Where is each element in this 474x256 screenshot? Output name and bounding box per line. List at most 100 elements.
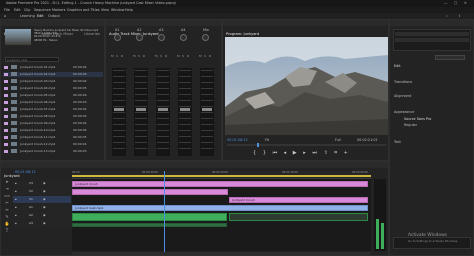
menu-window[interactable]: Window [111, 8, 124, 12]
menu-edit[interactable]: Edit [14, 8, 21, 12]
clip-a1[interactable] [72, 213, 227, 221]
channel-button[interactable]: S [204, 54, 206, 58]
close-icon[interactable]: ✕ [464, 1, 467, 5]
timeline-playhead[interactable] [164, 171, 165, 253]
font-value[interactable]: Source Sans Pro [404, 117, 431, 121]
step-back-icon[interactable]: ◂ [284, 149, 287, 157]
channel-button[interactable]: R [143, 54, 145, 58]
quality-dropdown[interactable]: Full [335, 138, 341, 142]
eye-icon[interactable]: ◉ [43, 189, 46, 193]
track-header[interactable]: 🔒︎ A3 ◉ [13, 220, 71, 227]
volume-fader[interactable] [114, 108, 124, 111]
channel-button[interactable]: S [160, 54, 162, 58]
eye-icon[interactable]: ◉ [43, 205, 46, 209]
channel-button[interactable]: M [133, 54, 136, 58]
go-to-out-icon[interactable]: ⏭ [312, 149, 317, 157]
list-item[interactable]: Junkyard Crush-12.mp4 00:00:04 [3, 142, 103, 147]
lift-icon[interactable]: ⇧ [323, 149, 327, 157]
list-item[interactable]: Junkyard Crush-09.mp4 00:00:04 [3, 121, 103, 126]
lock-icon[interactable]: 🔒︎ [15, 213, 17, 217]
pan-knob[interactable] [202, 34, 209, 41]
mark-in-icon[interactable]: { [253, 149, 256, 157]
track-header[interactable]: 🔒︎ V2 ◉ [13, 188, 71, 195]
home-icon[interactable]: ⌂ [4, 14, 6, 18]
clip-a1-b[interactable] [229, 213, 368, 221]
clip-v3[interactable]: Junkyard Crush [72, 181, 368, 187]
hand-tool-icon[interactable]: ✋ [3, 220, 11, 227]
lock-icon[interactable]: 🔒︎ [15, 189, 17, 193]
workspace-tab-edit[interactable]: Edit [37, 14, 44, 18]
lock-icon[interactable]: 🔒︎ [15, 221, 17, 225]
responsive-dropdown[interactable] [435, 55, 465, 60]
eye-icon[interactable]: ◉ [43, 197, 46, 201]
list-item[interactable]: Junkyard Crush-08.mp4 00:00:05 [3, 114, 103, 119]
menu-markers[interactable]: Markers [52, 8, 66, 12]
channel-button[interactable]: R [165, 54, 167, 58]
menu-graphics[interactable]: Graphics and Titles [67, 8, 100, 12]
play-icon[interactable]: ▶ [293, 149, 297, 157]
clip-a2[interactable] [72, 223, 227, 227]
ripple-edit-icon[interactable]: ⟺ [3, 192, 11, 199]
clip-v2-b[interactable]: Junkyard Crush [229, 197, 368, 203]
pan-knob[interactable] [180, 34, 187, 41]
search-input[interactable] [7, 57, 57, 62]
volume-fader[interactable] [180, 108, 190, 111]
workspace-tab-output[interactable]: Output [48, 14, 60, 18]
channel-button[interactable]: M [177, 54, 180, 58]
share-icon[interactable]: ⇪ [458, 14, 461, 18]
lock-icon[interactable]: 🔒︎ [15, 205, 17, 209]
lock-icon[interactable]: 🔒︎ [15, 197, 17, 201]
track-header[interactable]: 🔒︎ A1 ◉ [13, 204, 71, 211]
channel-button[interactable]: M [199, 54, 202, 58]
eye-icon[interactable]: ◉ [43, 181, 46, 185]
razor-tool-icon[interactable]: ✂ [3, 199, 11, 206]
type-tool-icon[interactable]: T [3, 227, 11, 234]
export-frame-icon[interactable]: ⌗ [334, 149, 337, 157]
slip-tool-icon[interactable]: ↔ [3, 206, 11, 213]
track-header[interactable]: 🔒︎ A2 ◉ [13, 212, 71, 219]
track-select-icon[interactable]: ⇥ [3, 185, 11, 192]
pen-tool-icon[interactable]: ✎ [3, 213, 11, 220]
timeline-scrollbar[interactable] [72, 252, 371, 255]
fit-dropdown[interactable]: Fit [265, 138, 269, 142]
menu-view[interactable]: View [101, 8, 109, 12]
menu-file[interactable]: File [4, 8, 10, 12]
volume-fader[interactable] [136, 108, 146, 111]
pan-knob[interactable] [114, 34, 121, 41]
volume-fader[interactable] [158, 108, 168, 111]
channel-button[interactable]: S [182, 54, 184, 58]
list-item[interactable]: Junkyard Crush-04.mp4 00:00:05 [3, 86, 103, 91]
maximize-icon[interactable]: □ [454, 1, 457, 5]
channel-button[interactable]: R [121, 54, 123, 58]
list-item[interactable]: Junkyard Crush-03.mp4 00:00:04 [3, 79, 103, 84]
menu-sequence[interactable]: Sequence [34, 8, 51, 12]
eye-icon[interactable]: ◉ [43, 213, 46, 217]
eye-icon[interactable]: ◉ [43, 221, 46, 225]
step-forward-icon[interactable]: ▸ [303, 149, 306, 157]
channel-button[interactable]: R [187, 54, 189, 58]
lock-icon[interactable]: 🔒︎ [15, 181, 17, 185]
channel-button[interactable]: S [138, 54, 140, 58]
program-playhead[interactable] [257, 143, 259, 147]
list-item[interactable]: Junkyard Crush-06.mp4 00:00:03 [3, 100, 103, 105]
add-button-icon[interactable]: + [344, 149, 348, 157]
layer-row[interactable] [395, 38, 469, 42]
list-item[interactable]: Junkyard Crush-13.mp4 00:00:03 [3, 149, 103, 154]
style-value[interactable]: Regular [404, 123, 417, 127]
minimize-icon[interactable]: — [444, 1, 447, 5]
mark-out-icon[interactable]: } [263, 149, 266, 157]
channel-button[interactable]: R [209, 54, 211, 58]
track-header[interactable]: 🔒︎ V3 ◉ [13, 180, 71, 187]
list-item[interactable]: Junkyard Crush-10.mp4 00:00:06 [3, 128, 103, 133]
list-item[interactable]: Junkyard Crush-01.mp4 00:00:04 [3, 65, 103, 70]
track-header[interactable]: 🔒︎ V1 ◉ [13, 196, 71, 203]
channel-button[interactable]: M [111, 54, 114, 58]
channel-button[interactable]: S [116, 54, 118, 58]
layer-row[interactable] [395, 32, 469, 36]
clip-v2-a[interactable] [72, 189, 228, 195]
volume-fader[interactable] [202, 108, 212, 111]
program-scrubber[interactable] [227, 143, 386, 147]
clip-v1[interactable]: Junkyard Cast.mp4 [72, 205, 368, 211]
list-item[interactable]: Junkyard Crush-05.mp4 00:00:06 [3, 93, 103, 98]
menu-clip[interactable]: Clip [24, 8, 30, 12]
